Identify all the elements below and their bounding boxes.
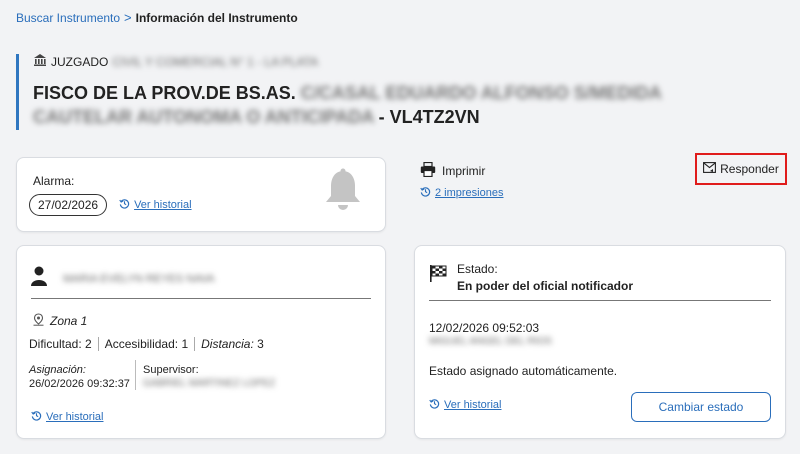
assignee-history-link[interactable]: Ver historial [46,411,103,423]
instrument-header: JUZGADO CIVIL Y COMERCIAL N° 1 - LA PLAT… [16,54,733,130]
divider [31,298,371,299]
history-icon [429,398,440,412]
supervisor-label: Supervisor: [143,364,199,376]
state-user: MIGUEL ANGEL DEL RIOS [429,336,552,347]
history-icon [31,410,42,424]
title-blurred-1: C/CASAL EDUARDO ALFONSO S/MEDIDA [300,83,662,103]
alarm-card: Alarma: 27/02/2026 Ver historial [16,157,386,232]
assignment-label: Asignación: [29,364,86,376]
distance-label: Distancia: [201,337,254,351]
accessibility-label: Accesibilidad: [104,337,179,351]
history-icon [420,186,431,200]
history-icon [119,198,130,212]
breadcrumb-current: Información del Instrumento [135,10,298,25]
location-pin-icon [33,313,44,329]
difficulty-label: Dificultad: [29,337,82,351]
state-card: Estado: En poder del oficial notificador… [414,245,786,439]
breadcrumb-link-search[interactable]: Buscar Instrumento [16,11,120,25]
state-note: Estado asignado automáticamente. [429,364,618,378]
assignee-name: MARIA EVELYN REYES NAVA [63,272,215,285]
courthouse-icon [33,54,47,69]
respond-button[interactable]: Responder [695,153,787,185]
alarm-history-link[interactable]: Ver historial [134,199,191,211]
state-timestamp: 12/02/2026 09:52:03 [429,321,540,335]
reply-mail-icon [703,162,717,176]
assignee-card: MARIA EVELYN REYES NAVA Zona 1 Dificulta… [16,245,386,439]
difficulty-value: 2 [85,337,92,351]
alarm-label: Alarma: [33,174,75,188]
court-label: JUZGADO [51,54,109,69]
zone-label: Zona 1 [50,314,88,328]
accessibility-value: 1 [181,337,189,351]
respond-label: Responder [720,162,779,176]
breadcrumb: Buscar Instrumento > Información del Ins… [16,10,298,25]
divider [429,300,771,301]
printer-icon [420,161,436,180]
change-state-button[interactable]: Cambiar estado [631,392,771,422]
print-button[interactable]: Imprimir [442,164,485,178]
person-icon [31,266,47,291]
distance-value: 3 [257,337,264,351]
vertical-divider [135,360,136,390]
title-start: FISCO DE LA PROV.DE BS.AS. [33,83,296,103]
court-name: CIVIL Y COMERCIAL N° 1 - LA PLATA [112,54,319,69]
assignment-date: 26/02/2026 09:32:37 [29,378,130,390]
bell-icon[interactable] [323,168,363,212]
checkered-flag-icon [429,264,447,287]
title-blurred-2: CAUTELAR AUTONOMA O ANTICIPADA [33,107,374,127]
page-title: FISCO DE LA PROV.DE BS.AS. C/CASAL EDUAR… [33,81,733,129]
state-label: Estado: [457,262,498,276]
impressions-link[interactable]: 2 impresiones [435,187,503,199]
supervisor-name: GABRIEL MARTINEZ LOPEZ [143,378,276,389]
state-value: En poder del oficial notificador [457,279,634,293]
title-end: - VL4TZ2VN [378,107,480,127]
print-area: Imprimir 2 impresiones [420,161,503,202]
state-history-link[interactable]: Ver historial [444,399,501,411]
chevron-right-icon: > [124,10,132,25]
alarm-date[interactable]: 27/02/2026 [29,194,108,216]
